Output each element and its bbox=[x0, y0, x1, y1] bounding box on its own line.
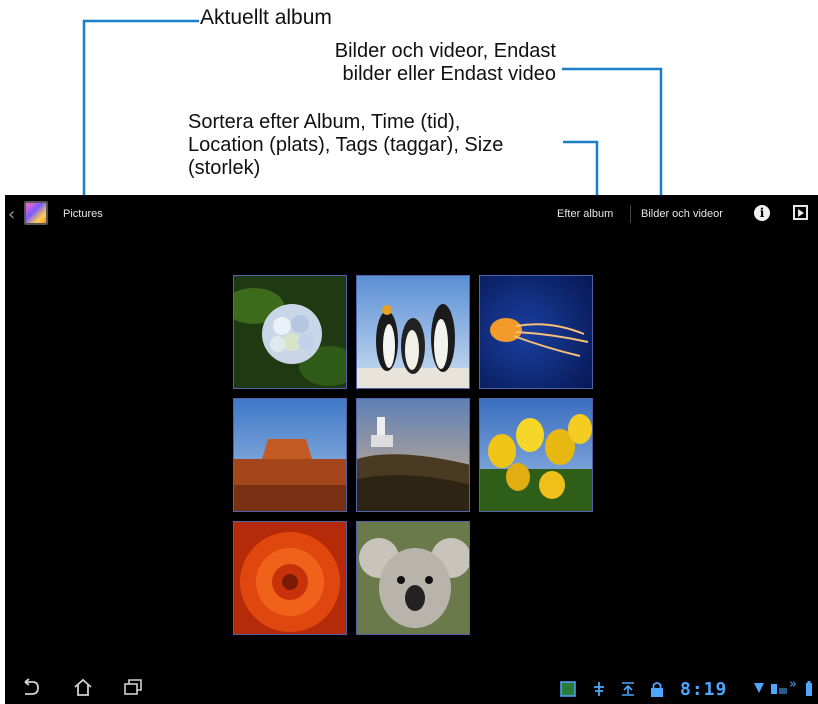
recent-apps-icon[interactable] bbox=[123, 678, 143, 696]
back-icon[interactable] bbox=[21, 678, 41, 696]
thumbnail-penguins[interactable] bbox=[356, 275, 470, 389]
thumbnail-koala[interactable] bbox=[356, 521, 470, 635]
back-chevron-icon[interactable]: ‹ bbox=[8, 204, 15, 225]
keyboard-battery-icon[interactable] bbox=[769, 681, 787, 695]
callout-sort-line2: Location (plats), Tags (taggar), Size bbox=[188, 134, 504, 156]
thumbnail-tulips[interactable] bbox=[479, 398, 593, 512]
callout-sort-line1: Sortera efter Album, Time (tid), bbox=[188, 111, 461, 133]
tablet-screen: ‹ Pictures Efter album Bilder och videor… bbox=[5, 195, 818, 704]
info-icon[interactable]: i bbox=[754, 205, 770, 221]
slideshow-icon[interactable] bbox=[793, 205, 808, 220]
thumbnail-hydrangea[interactable] bbox=[233, 275, 347, 389]
callout-filter-line1: Bilder och videor, Endast bbox=[334, 40, 556, 62]
callout-filter-line2: bilder eller Endast video bbox=[342, 63, 556, 85]
album-title[interactable]: Pictures bbox=[63, 208, 103, 220]
action-bar: ‹ Pictures Efter album Bilder och videor… bbox=[5, 195, 818, 233]
lock-icon[interactable] bbox=[650, 681, 664, 697]
wifi-icon[interactable] bbox=[753, 681, 765, 695]
status-clock[interactable]: 8:19 bbox=[680, 679, 727, 700]
thumbnail-jellyfish[interactable] bbox=[479, 275, 593, 389]
home-icon[interactable] bbox=[73, 678, 93, 696]
callout-filter: Bilder och videor, Endast bilder eller E… bbox=[294, 40, 556, 86]
upload-icon[interactable] bbox=[620, 681, 636, 697]
menu-divider bbox=[630, 205, 631, 223]
thumbnail-lighthouse[interactable] bbox=[356, 398, 470, 512]
callout-sort-line3: (storlek) bbox=[188, 157, 261, 179]
filter-menu[interactable]: Bilder och videor bbox=[641, 208, 723, 220]
usb-icon[interactable] bbox=[591, 681, 607, 697]
callout-current-album: Aktuellt album bbox=[200, 6, 332, 29]
battery-icon[interactable] bbox=[805, 681, 813, 697]
sort-menu[interactable]: Efter album bbox=[557, 208, 613, 220]
callout-sort: Sortera efter Album, Time (tid), Locatio… bbox=[188, 111, 558, 180]
gallery-notification-icon[interactable] bbox=[560, 681, 576, 697]
chevron-right-icon[interactable]: » bbox=[789, 677, 797, 692]
system-navbar: 8:19 » bbox=[5, 673, 818, 704]
gallery-app-icon[interactable] bbox=[24, 201, 48, 225]
thumbnail-desert[interactable] bbox=[233, 398, 347, 512]
thumbnail-chrysanthemum[interactable] bbox=[233, 521, 347, 635]
